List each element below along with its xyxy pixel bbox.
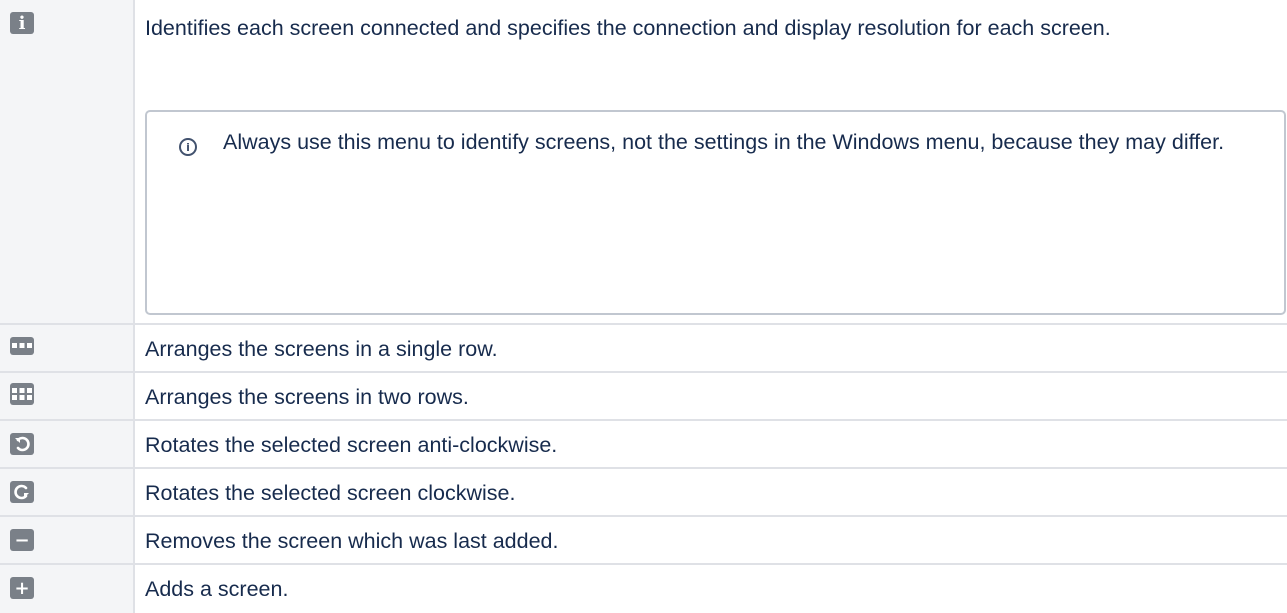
note-info-icon: i xyxy=(179,138,197,156)
single-row-layout-icon xyxy=(10,337,34,355)
description-text: Arranges the screens in two rows. xyxy=(145,385,469,409)
note-text: Always use this menu to identify screens… xyxy=(223,130,1225,154)
info-note: i Always use this menu to identify scree… xyxy=(145,110,1286,315)
table-row: Arranges the screens in two rows. xyxy=(0,373,1287,421)
icon-cell xyxy=(0,469,135,515)
description-text: Adds a screen. xyxy=(145,577,289,601)
table-row: Arranges the screens in a single row. xyxy=(0,325,1287,373)
table-row: i Identifies each screen connected and s… xyxy=(0,0,1287,325)
rotate-anticlockwise-icon xyxy=(10,433,34,455)
table-row: − Removes the screen which was last adde… xyxy=(0,517,1287,565)
description-text: Arranges the screens in a single row. xyxy=(145,337,498,361)
two-rows-layout-icon xyxy=(10,383,34,405)
icon-cell xyxy=(0,373,135,419)
description-text: Identifies each screen connected and spe… xyxy=(145,16,1111,40)
table-row: Rotates the selected screen clockwise. xyxy=(0,469,1287,517)
icon-description-table: i Identifies each screen connected and s… xyxy=(0,0,1287,613)
description-text: Removes the screen which was last added. xyxy=(145,529,559,553)
add-screen-icon: + xyxy=(10,577,34,599)
description-text: Rotates the selected screen anti-clockwi… xyxy=(145,433,558,457)
description-text: Rotates the selected screen clockwise. xyxy=(145,481,516,505)
icon-cell: i xyxy=(0,0,135,323)
icon-cell xyxy=(0,325,135,371)
table-row: Rotates the selected screen anti-clockwi… xyxy=(0,421,1287,469)
icon-cell xyxy=(0,421,135,467)
icon-cell: − xyxy=(0,517,135,563)
table-row: + Adds a screen. xyxy=(0,565,1287,613)
icon-cell: + xyxy=(0,565,135,613)
info-icon: i xyxy=(10,12,34,34)
rotate-clockwise-icon xyxy=(10,481,34,503)
remove-screen-icon: − xyxy=(10,529,34,551)
